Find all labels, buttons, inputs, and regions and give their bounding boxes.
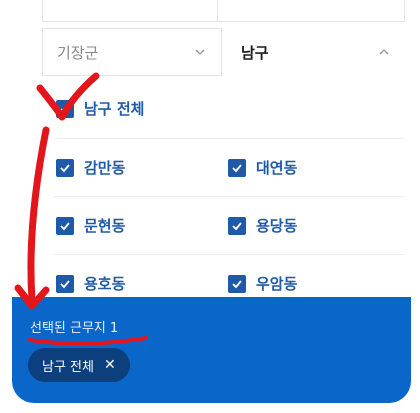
option-label: 감만동 — [84, 159, 126, 177]
divider — [54, 138, 404, 139]
option-label: 우암동 — [256, 275, 298, 293]
check-icon[interactable] — [56, 274, 74, 293]
option-namgu-all[interactable]: 남구 전체 — [56, 98, 144, 119]
option-label: 대연동 — [256, 159, 298, 177]
selected-locations-bar: 선택된 근무지 1 남구 전체 ✕ — [12, 297, 411, 403]
check-icon[interactable] — [56, 216, 74, 235]
district-select-value: 기장군 — [57, 43, 99, 62]
option-label: 문현동 — [84, 217, 126, 235]
check-icon[interactable] — [228, 274, 246, 293]
top-field-left[interactable] — [42, 0, 222, 22]
option-uam-dong[interactable]: 우암동 — [228, 273, 297, 294]
top-field-right[interactable] — [217, 0, 405, 22]
divider — [54, 254, 404, 255]
divider — [54, 196, 404, 197]
option-munhyeon-dong[interactable]: 문현동 — [56, 215, 125, 236]
check-icon[interactable] — [228, 158, 246, 177]
option-label: 용당동 — [256, 217, 298, 235]
selected-count-label: 선택된 근무지 1 — [30, 321, 119, 336]
selected-chip-namgu-all[interactable]: 남구 전체 ✕ — [28, 348, 130, 382]
option-yongdang-dong[interactable]: 용당동 — [228, 215, 297, 236]
gu-select-value: 남구 — [241, 43, 269, 62]
chevron-up-icon — [377, 45, 391, 59]
option-daeyeon-dong[interactable]: 대연동 — [228, 157, 297, 178]
check-icon[interactable] — [56, 158, 74, 177]
option-label: 용호동 — [84, 275, 126, 293]
option-gamman-dong[interactable]: 감만동 — [56, 157, 125, 178]
gu-select[interactable]: 남구 — [227, 28, 405, 76]
check-icon[interactable] — [228, 216, 246, 235]
chevron-down-icon — [193, 45, 207, 59]
district-select[interactable]: 기장군 — [42, 28, 222, 76]
check-icon[interactable] — [56, 99, 74, 118]
location-filter-panel: 기장군 남구 남구 전체 감만동 대연동 문현동 용당동 용호동 우암동 선택된… — [12, 0, 411, 403]
chip-label: 남구 전체 — [42, 359, 94, 375]
option-yongho-dong[interactable]: 용호동 — [56, 273, 125, 294]
option-label: 남구 전체 — [84, 100, 145, 118]
close-icon[interactable]: ✕ — [104, 357, 116, 373]
